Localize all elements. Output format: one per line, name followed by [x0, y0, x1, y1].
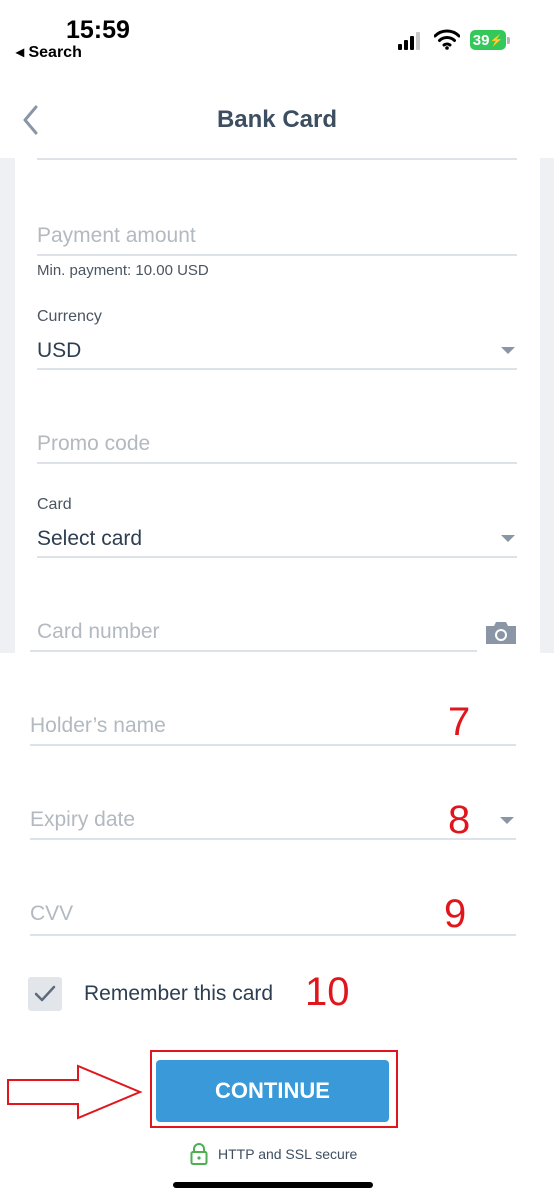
- currency-value: USD: [37, 339, 82, 362]
- form-side-right: [540, 158, 554, 653]
- status-bar: 15:59 ◂ Search 39 ⚡: [0, 0, 554, 80]
- card-select-value: Select card: [37, 527, 143, 550]
- expiry-date-placeholder: Expiry date: [30, 808, 136, 831]
- nav-bar: Bank Card: [0, 80, 554, 160]
- payment-amount-placeholder: Payment amount: [37, 224, 196, 247]
- cvv-placeholder: CVV: [30, 902, 74, 925]
- annotation-10: 10: [305, 970, 350, 1014]
- battery-cap: [507, 37, 510, 44]
- page-title: Bank Card: [216, 106, 338, 133]
- dropdown-arrow-icon: [501, 347, 515, 354]
- dropdown-arrow-icon: [501, 535, 515, 542]
- wifi-icon: [434, 29, 460, 50]
- annotation-arrow: [7, 1064, 143, 1120]
- home-indicator[interactable]: [173, 1182, 373, 1188]
- form-side-left: [0, 158, 15, 653]
- annotation-7: 7: [448, 700, 471, 744]
- status-time: 15:59: [66, 16, 130, 44]
- remember-card-label[interactable]: Remember this card: [84, 982, 273, 1006]
- continue-button[interactable]: CONTINUE: [156, 1060, 389, 1122]
- promo-code-placeholder: Promo code: [37, 432, 151, 455]
- remember-card-checkbox[interactable]: [28, 977, 62, 1011]
- previous-field-underline: [37, 158, 517, 160]
- signal-icon: [398, 30, 424, 50]
- promo-code-input[interactable]: Promo code: [37, 430, 517, 464]
- battery-level: 39: [472, 31, 490, 49]
- dropdown-arrow-icon: [500, 817, 514, 824]
- annotation-8: 8: [448, 798, 471, 842]
- holder-name-input[interactable]: Holder’s name: [30, 712, 516, 746]
- card-select[interactable]: Select card: [37, 524, 517, 558]
- card-number-placeholder: Card number: [37, 620, 160, 643]
- holder-name-placeholder: Holder’s name: [30, 714, 166, 737]
- battery-icon: 39 ⚡: [470, 30, 506, 50]
- camera-icon[interactable]: [484, 620, 518, 646]
- currency-select[interactable]: USD: [37, 336, 517, 370]
- card-label: Card: [37, 496, 72, 513]
- secure-text: HTTP and SSL secure: [218, 1146, 358, 1162]
- expiry-date-select[interactable]: Expiry date: [30, 806, 516, 840]
- back-to-search-link[interactable]: ◂ Search: [16, 42, 82, 62]
- secure-notice: HTTP and SSL secure: [190, 1142, 357, 1166]
- currency-label: Currency: [37, 308, 102, 325]
- payment-amount-input[interactable]: Payment amount: [37, 222, 517, 256]
- annotation-9: 9: [444, 892, 467, 936]
- min-payment-hint: Min. payment: 10.00 USD: [37, 262, 209, 279]
- lock-icon: [190, 1143, 208, 1165]
- checkmark-icon: [34, 985, 56, 1002]
- card-number-input[interactable]: Card number: [30, 618, 477, 652]
